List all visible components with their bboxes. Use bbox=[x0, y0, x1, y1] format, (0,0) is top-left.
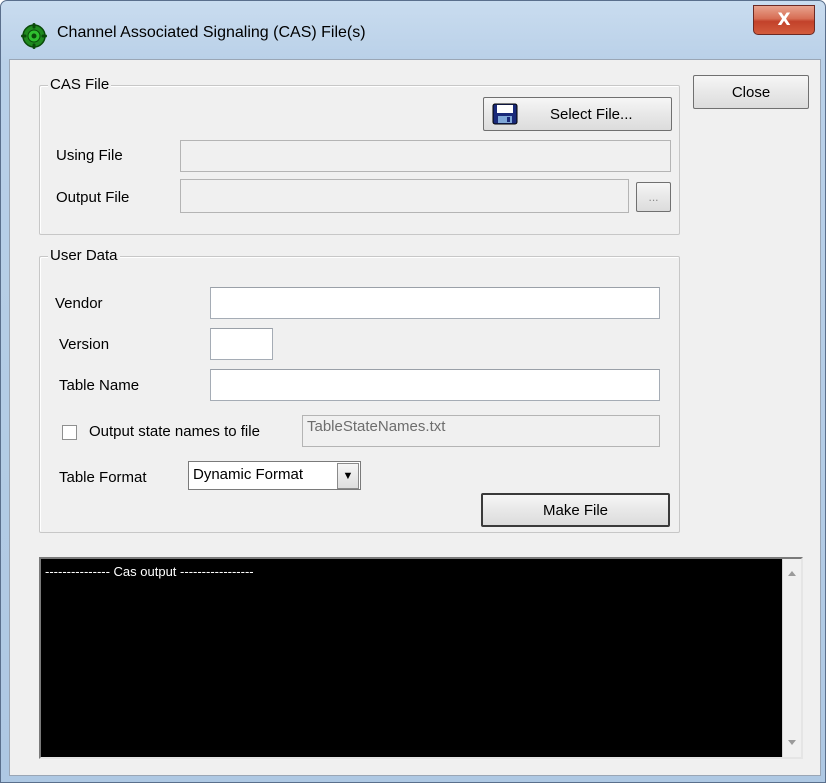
console-scrollbar[interactable] bbox=[782, 559, 801, 757]
select-file-button[interactable]: Select File... bbox=[483, 97, 672, 131]
browse-output-button[interactable]: ... bbox=[636, 182, 671, 212]
scroll-up-icon[interactable] bbox=[788, 571, 796, 576]
table-format-select[interactable]: Dynamic Format ▼ bbox=[188, 461, 361, 490]
cas-file-dialog: Channel Associated Signaling (CAS) File(… bbox=[0, 0, 826, 783]
scroll-down-icon[interactable] bbox=[788, 740, 796, 745]
console-text: --------------- Cas output -------------… bbox=[45, 564, 254, 579]
user-data-group: User Data Vendor Version Table Name Outp… bbox=[39, 247, 680, 533]
window-close-button[interactable]: X bbox=[753, 5, 815, 35]
version-input[interactable] bbox=[210, 328, 273, 360]
make-file-label: Make File bbox=[542, 501, 609, 519]
output-state-names-label: Output state names to file bbox=[89, 423, 260, 440]
output-file-label: Output File bbox=[56, 189, 130, 206]
user-data-legend: User Data bbox=[48, 247, 120, 264]
gear-icon bbox=[21, 23, 47, 49]
floppy-disk-icon bbox=[492, 103, 518, 125]
using-file-field[interactable] bbox=[180, 140, 671, 172]
vendor-input[interactable] bbox=[210, 287, 660, 319]
cas-file-legend: CAS File bbox=[48, 76, 112, 93]
cas-output-console[interactable]: --------------- Cas output -------------… bbox=[39, 557, 803, 759]
dialog-client-area: CAS File Select File... Using File Outpu… bbox=[9, 59, 821, 776]
title-bar[interactable]: Channel Associated Signaling (CAS) File(… bbox=[1, 1, 825, 59]
using-file-label: Using File bbox=[56, 147, 123, 164]
state-names-file-field[interactable]: TableStateNames.txt bbox=[302, 415, 660, 447]
close-button-label: Close bbox=[731, 83, 771, 101]
table-format-value: Dynamic Format bbox=[193, 466, 304, 483]
window-title: Channel Associated Signaling (CAS) File(… bbox=[57, 24, 366, 41]
table-name-label: Table Name bbox=[59, 377, 140, 394]
cas-file-group: CAS File Select File... Using File Outpu… bbox=[39, 76, 680, 235]
table-name-input[interactable] bbox=[210, 369, 660, 401]
table-format-label: Table Format bbox=[59, 469, 147, 486]
vendor-label: Vendor bbox=[55, 295, 103, 312]
close-button[interactable]: Close bbox=[693, 75, 809, 109]
output-file-field[interactable] bbox=[180, 179, 629, 213]
chevron-down-icon[interactable]: ▼ bbox=[337, 463, 359, 489]
version-label: Version bbox=[59, 336, 110, 353]
make-file-button[interactable]: Make File bbox=[481, 493, 670, 527]
browse-label: ... bbox=[648, 190, 659, 204]
output-state-names-checkbox[interactable] bbox=[62, 425, 77, 440]
select-file-label: Select File... bbox=[550, 105, 633, 123]
